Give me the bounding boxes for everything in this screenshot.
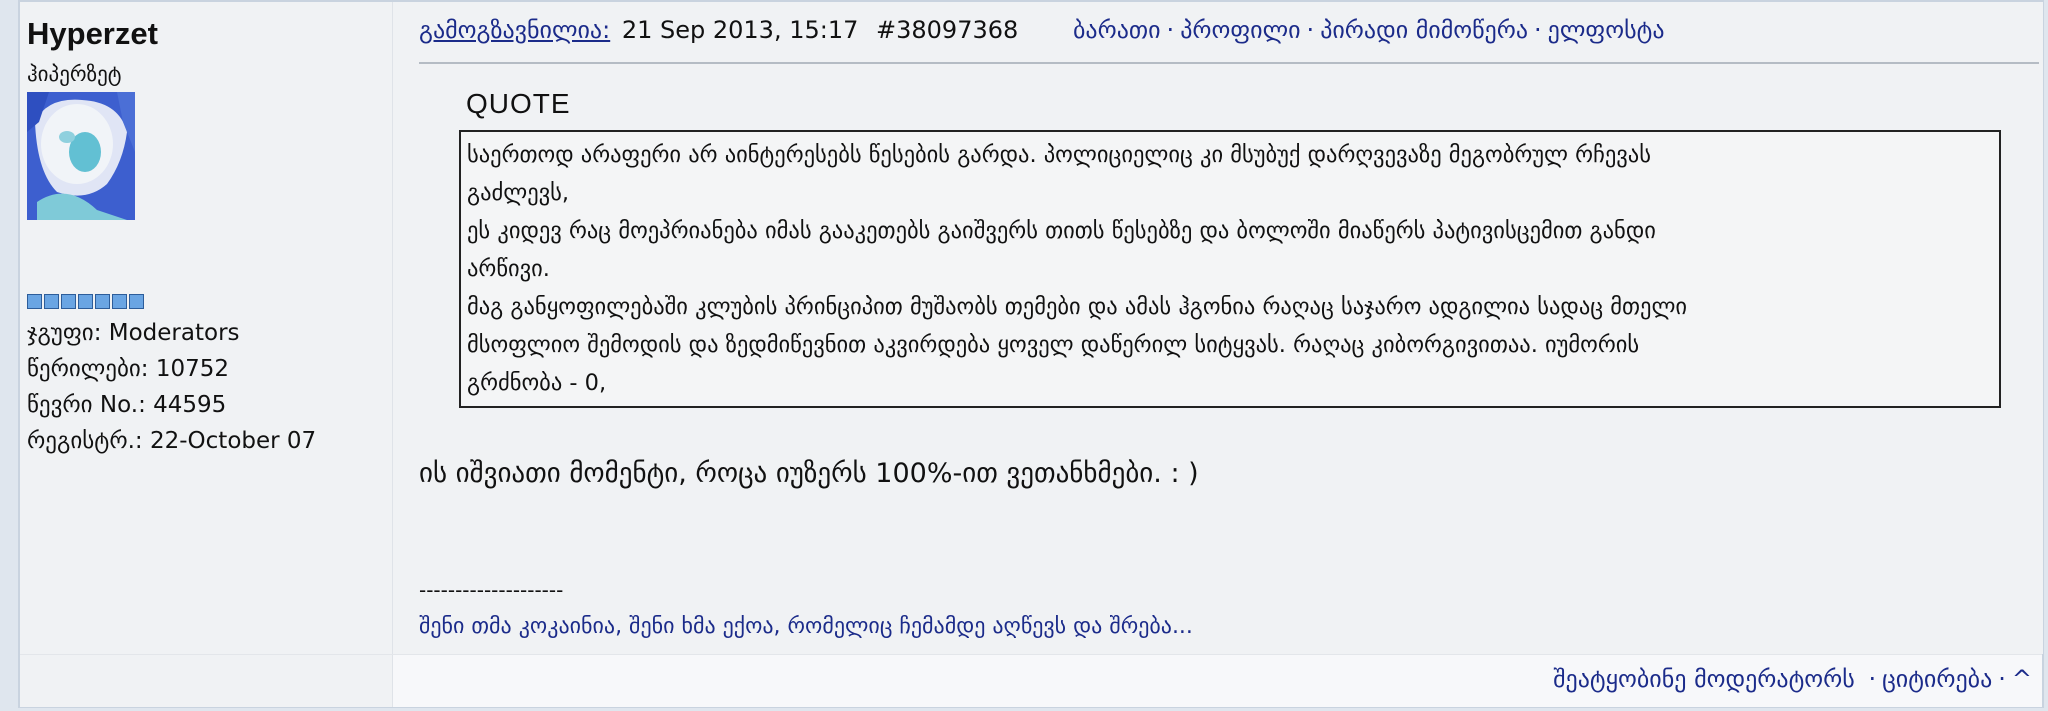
quote-line: ეს კიდევ რაც მოეპრიანება იმას გააკეთებს … — [467, 218, 1656, 244]
card-link[interactable]: ბარათი — [1073, 16, 1161, 44]
rank-pip — [61, 294, 76, 309]
avatar[interactable] — [27, 92, 135, 260]
separator: · — [1868, 665, 1877, 693]
private-message-link[interactable]: პირადი მიმოწერა — [1320, 16, 1528, 44]
email-link[interactable]: ელფოსტა — [1548, 16, 1665, 44]
profile-link[interactable]: პროფილი — [1180, 16, 1300, 44]
back-to-top-link[interactable]: ^ — [2012, 665, 2032, 693]
quote-line: მაგ განყოფილებაში კლუბის პრინციპით მუშაო… — [467, 294, 1688, 320]
quote-line: გრძნობა - 0, — [467, 370, 607, 396]
rank-pip — [129, 294, 144, 309]
quote-line: მსოფლიო შემოდის და ზედმიწევნით აკვირდება… — [467, 332, 1640, 358]
author-member-number: წევრი No.: 44595 — [27, 392, 227, 418]
signature-divider: -------------------- — [419, 578, 564, 602]
quote-link[interactable]: ციტირება — [1882, 665, 1992, 693]
footer-spacer — [20, 655, 393, 707]
quote-line: გაძლევს, — [467, 180, 570, 206]
author-username[interactable]: Hyperzet — [27, 16, 158, 52]
author-group: ჯგუფი: Moderators — [27, 320, 240, 346]
rank-pip — [95, 294, 110, 309]
separator: · — [1166, 16, 1175, 44]
author-title: ჰიპერზეტ — [27, 62, 122, 86]
post-content: გამოგზავნილია: 21 Sep 2013, 15:17 #38097… — [393, 2, 2043, 654]
quote-line: საერთოდ არაფერი არ აინტერესებს წესების გ… — [467, 142, 1651, 168]
separator: · — [1998, 665, 2006, 693]
rank-pip — [112, 294, 127, 309]
quote-line: არწივი. — [467, 256, 550, 282]
quote-title: QUOTE — [466, 88, 571, 119]
rank-pip — [27, 294, 42, 309]
forum-post: Hyperzet ჰიპერზეტ ჯგუფი: Moderators წერი… — [18, 0, 2044, 708]
rank-pip — [78, 294, 93, 309]
post-body: ის იშვიათი მომენტი, როცა იუზერს 100%-ით … — [419, 458, 1199, 489]
post-author-links: ბარათი · პროფილი · პირადი მიმოწერა · ელფოსტა — [1073, 16, 1665, 44]
quote-box: საერთოდ არაფერი არ აინტერესებს წესების გ… — [459, 130, 2001, 408]
separator: · — [1534, 16, 1542, 44]
author-post-count: წერილები: 10752 — [27, 356, 229, 382]
signature: შენი თმა კოკაინია, შენი ხმა ექოა, რომელი… — [419, 614, 1193, 639]
posted-label[interactable]: გამოგზავნილია: — [419, 16, 610, 44]
author-panel: Hyperzet ჰიპერზეტ ჯგუფი: Moderators წერი… — [20, 2, 393, 654]
post-footer: შეატყობინე მოდერატორს · ციტირება · ^ — [20, 654, 2042, 707]
rank-pip — [44, 294, 59, 309]
post-actions: შეატყობინე მოდერატორს · ციტირება · ^ — [1553, 665, 2032, 693]
separator: · — [1306, 16, 1315, 44]
report-to-moderator-link[interactable]: შეატყობინე მოდერატორს — [1553, 665, 1855, 693]
post-date: 21 Sep 2013, 15:17 — [621, 16, 859, 44]
post-header: გამოგზავნილია: 21 Sep 2013, 15:17 #38097… — [419, 16, 2039, 64]
rank-pips — [27, 294, 144, 309]
post-id: #38097368 — [876, 16, 1019, 44]
author-registered: რეგისტრ.: 22-October 07 — [27, 428, 317, 454]
